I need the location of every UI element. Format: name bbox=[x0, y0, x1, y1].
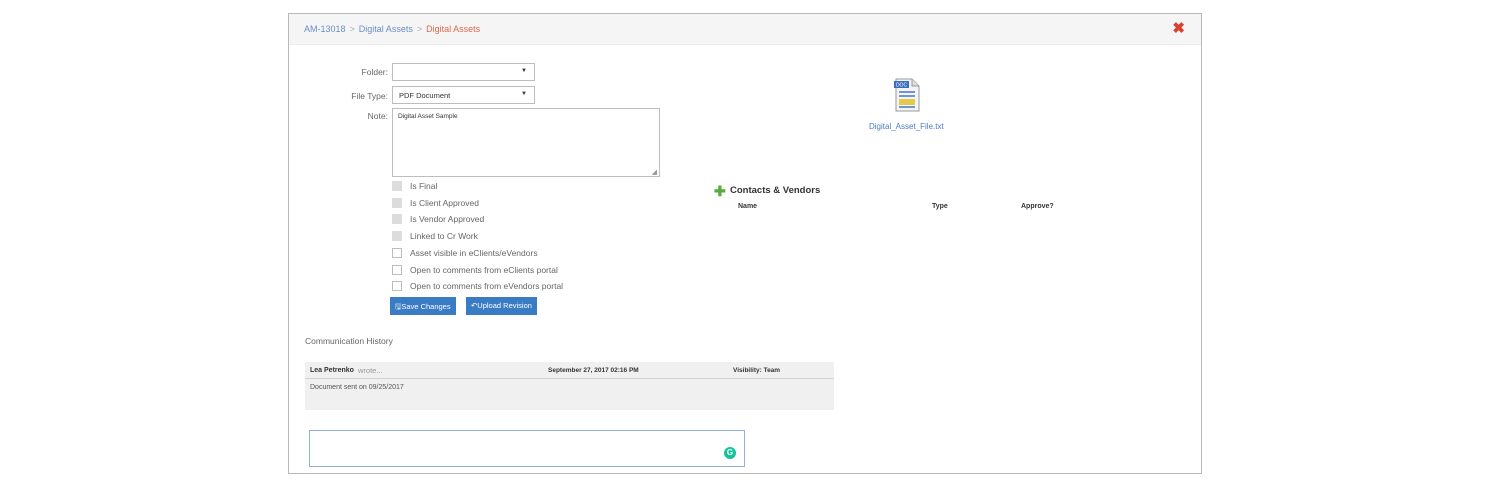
breadcrumb: AM-13018 > Digital Assets > Digital Assets bbox=[304, 24, 480, 34]
contacts-col-name: Name bbox=[738, 203, 758, 210]
comment-visibility: Visibility: Team bbox=[733, 367, 781, 374]
communication-entry-header: Lea Petrenko wrote... September 27, 2017… bbox=[305, 362, 834, 379]
close-icon[interactable]: ✖ bbox=[1172, 19, 1185, 37]
note-label: Note: bbox=[367, 111, 388, 121]
contacts-col-approve: Approve? bbox=[1021, 203, 1054, 210]
upload-button-label: Upload Revision bbox=[477, 301, 532, 310]
doc-file-icon[interactable]: DOC bbox=[893, 77, 921, 113]
folder-label: Folder: bbox=[361, 67, 388, 77]
folder-select[interactable]: ▼ bbox=[392, 63, 535, 81]
breadcrumb-separator: > bbox=[416, 24, 423, 34]
breadcrumb-parent[interactable]: Digital Assets bbox=[359, 24, 413, 34]
breadcrumb-separator: > bbox=[349, 24, 355, 34]
checkbox bbox=[392, 181, 402, 191]
filetype-select-value: PDF Document bbox=[399, 91, 451, 100]
grammarly-icon[interactable]: G bbox=[724, 447, 736, 459]
checkbox-label: Open to comments from eClients portal bbox=[410, 264, 558, 275]
chevron-down-icon: ▼ bbox=[521, 68, 527, 74]
checkbox-label: Linked to Cr Work bbox=[410, 231, 478, 242]
filetype-label: File Type: bbox=[351, 91, 388, 101]
comment-wrote: wrote... bbox=[358, 366, 383, 375]
upload-revision-button[interactable]: ↶Upload Revision bbox=[466, 297, 537, 315]
add-contact-icon[interactable]: ✚ bbox=[714, 183, 726, 200]
checkbox-label: Open to comments from eVendors portal bbox=[410, 281, 564, 292]
save-changes-button[interactable]: 🖫Save Changes bbox=[390, 297, 456, 315]
note-text: Digital Asset Sample bbox=[398, 113, 458, 120]
checkbox[interactable] bbox=[392, 247, 402, 258]
checkbox[interactable] bbox=[392, 264, 402, 275]
filetype-select[interactable]: PDF Document ▼ bbox=[392, 86, 535, 104]
comment-date: September 27, 2017 02:16 PM bbox=[548, 367, 639, 374]
panel-header: AM-13018 > Digital Assets > Digital Assets ✖ bbox=[289, 14, 1201, 45]
chevron-down-icon: ▼ bbox=[521, 91, 527, 97]
checkbox bbox=[392, 214, 402, 225]
breadcrumb-id[interactable]: AM-13018 bbox=[304, 24, 346, 34]
checkbox bbox=[392, 197, 402, 208]
contacts-vendors-title: Contacts & Vendors bbox=[730, 185, 821, 196]
communication-history-title: Communication History bbox=[305, 336, 393, 346]
checkbox bbox=[392, 231, 402, 242]
checkbox-label: Is Final bbox=[410, 181, 438, 191]
checkbox[interactable] bbox=[392, 281, 402, 292]
save-button-label: Save Changes bbox=[401, 302, 451, 311]
reply-textarea[interactable] bbox=[309, 430, 745, 467]
breadcrumb-current: Digital Assets bbox=[426, 24, 481, 34]
file-name-link[interactable]: Digital_Asset_File.txt bbox=[869, 122, 944, 131]
checkbox-label: Asset visible in eClients/eVendors bbox=[410, 247, 538, 258]
checkbox-label: Is Client Approved bbox=[410, 197, 479, 208]
digital-asset-panel: AM-13018 > Digital Assets > Digital Assets ✖… bbox=[288, 13, 1202, 474]
comment-body: Document sent on 09/25/2017 bbox=[310, 384, 404, 391]
checkbox-label: Is Vendor Approved bbox=[410, 214, 485, 225]
communication-entry: Lea Petrenko wrote... September 27, 2017… bbox=[305, 362, 834, 410]
comment-author: Lea Petrenko bbox=[310, 367, 354, 374]
contacts-col-type: Type bbox=[932, 203, 948, 210]
file-icon-label: DOC bbox=[896, 83, 908, 89]
resize-grip-icon[interactable]: ◢ bbox=[652, 168, 657, 176]
note-textarea[interactable]: Digital Asset Sample ◢ bbox=[392, 108, 660, 177]
